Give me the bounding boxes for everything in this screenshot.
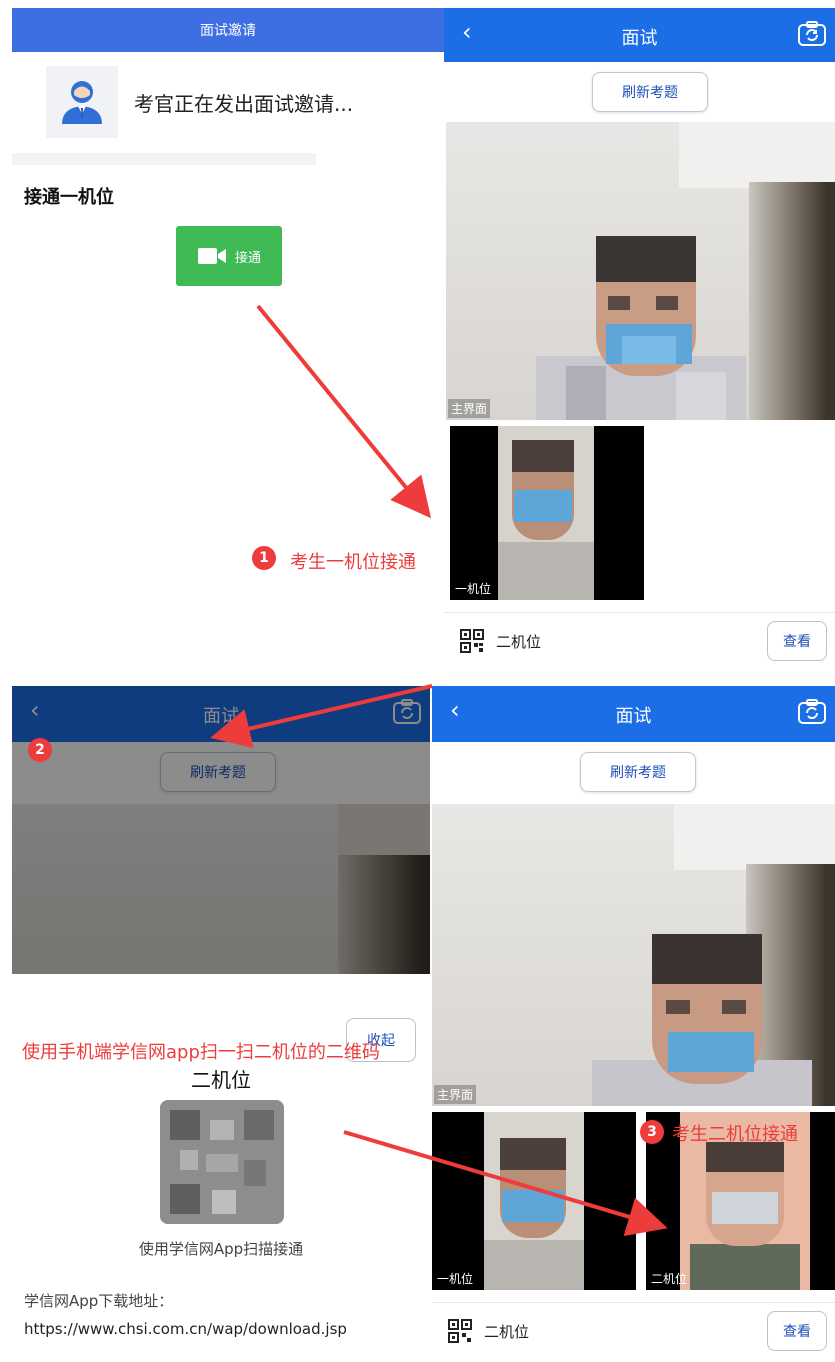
step1-text: 考生一机位接通 <box>290 552 416 573</box>
step2-text: 使用手机端学信网app扫一扫二机位的二维码 <box>22 1042 380 1063</box>
arrow-step1 <box>256 304 432 519</box>
step1-badge: 1 <box>252 546 276 570</box>
step3-badge: 3 <box>640 1120 664 1144</box>
step3-text: 考生二机位接通 <box>672 1124 798 1145</box>
step2-badge: 2 <box>28 738 52 762</box>
arrow-step2 <box>210 684 433 749</box>
arrow-step3 <box>343 1130 668 1237</box>
annotation-arrows <box>210 304 668 1237</box>
